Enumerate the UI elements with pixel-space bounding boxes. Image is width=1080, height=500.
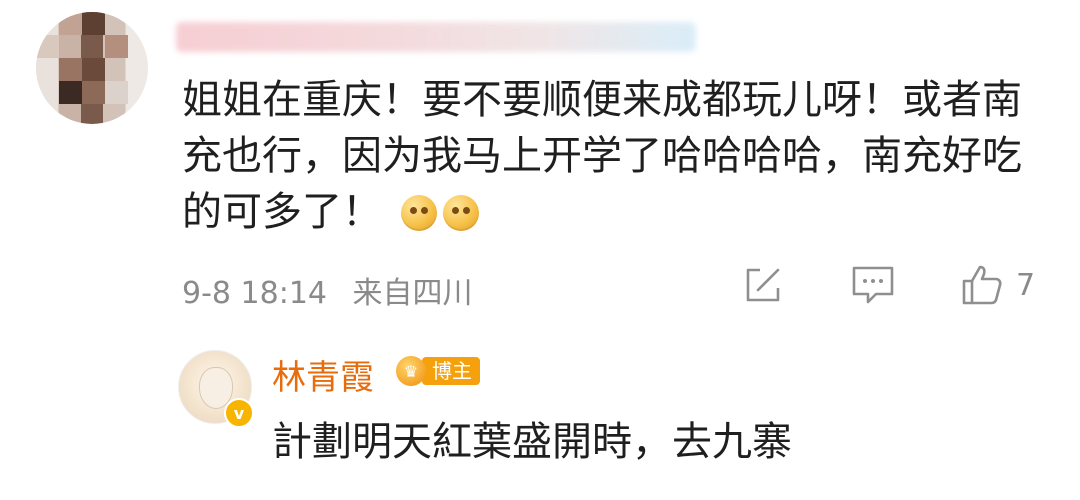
pleading-emoji-icon: [400, 195, 437, 231]
like-count: 7: [1016, 267, 1036, 303]
comment-text: 姐姐在重庆！要不要顺便来成都玩儿呀！或者南充也行，因为我马上开学了哈哈哈哈，南充…: [182, 77, 1022, 235]
verified-v-icon: v: [224, 398, 254, 428]
like-button[interactable]: 7: [960, 262, 1035, 308]
comment-body: 姐姐在重庆！要不要顺便来成都玩儿呀！或者南充也行，因为我马上开学了哈哈哈哈，南充…: [182, 72, 1042, 240]
comment-button[interactable]: [850, 262, 896, 308]
share-icon: [746, 268, 780, 302]
reply-text: 計劃明天紅葉盛開時，去九寨: [272, 419, 792, 465]
commenter-name-blurred[interactable]: [176, 22, 696, 52]
share-button[interactable]: [742, 262, 784, 308]
blogger-badge: ♛ 博主: [396, 356, 480, 386]
crown-icon: ♛: [396, 356, 426, 386]
reply-author-name[interactable]: 林青霞: [272, 350, 374, 399]
comment-actions: 7: [0, 262, 1080, 312]
thumbs-up-icon: [962, 265, 1002, 305]
commenter-avatar[interactable]: [36, 12, 148, 124]
comment-icon: [852, 266, 894, 304]
pleading-emoji-icon: [442, 195, 479, 231]
badge-label: 博主: [422, 357, 480, 385]
